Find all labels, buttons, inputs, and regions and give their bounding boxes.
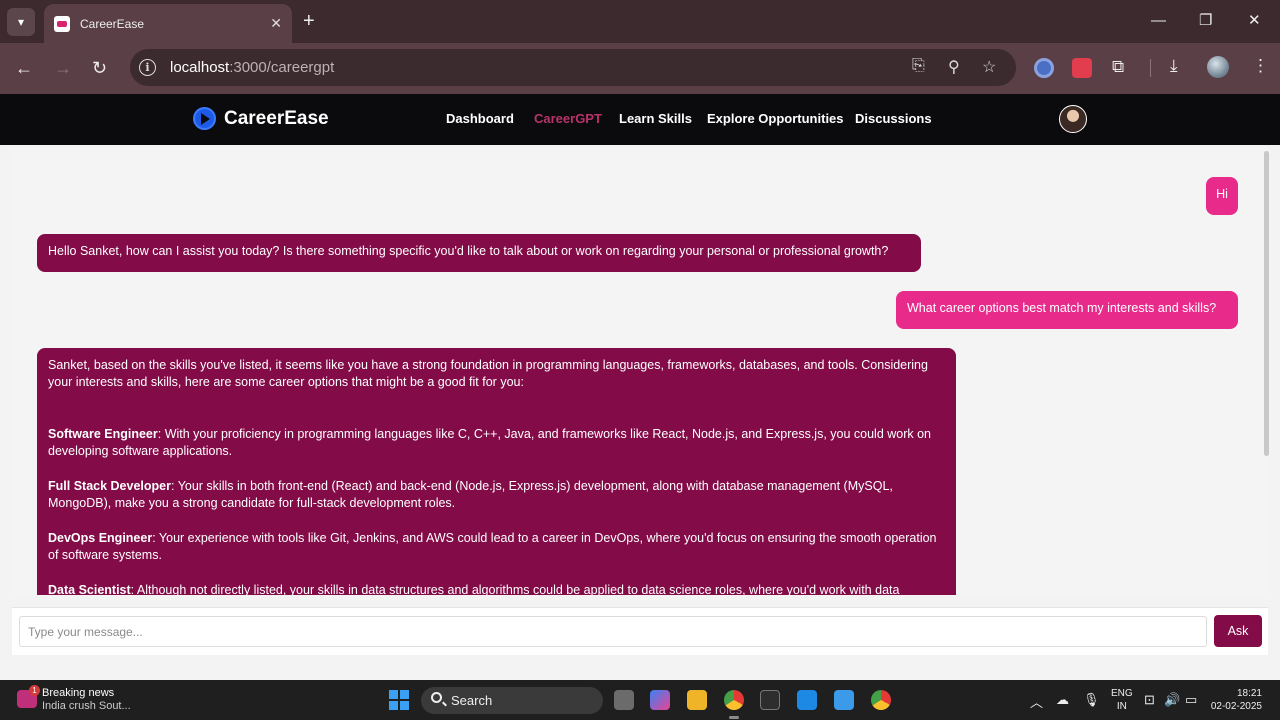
career-option: Full Stack Developer: Your skills in bot… bbox=[48, 479, 893, 510]
career-option-title: Data Scientist bbox=[48, 583, 131, 595]
chat-messages[interactable]: Hi Hello Sanket, how can I assist you to… bbox=[12, 147, 1268, 595]
terminal-icon[interactable] bbox=[760, 690, 780, 710]
nav-learn-skills[interactable]: Learn Skills bbox=[619, 111, 692, 126]
taskbar-clock[interactable]: 18:21 02-02-2025 bbox=[1210, 687, 1262, 713]
chrome-profile-icon[interactable] bbox=[871, 690, 891, 710]
task-view-icon[interactable] bbox=[614, 690, 634, 710]
language-indicator[interactable]: ENG IN bbox=[1111, 687, 1133, 713]
tray-chevron-up-icon[interactable]: ︿ bbox=[1030, 692, 1043, 711]
bot-intro: Sanket, based on the skills you've liste… bbox=[48, 358, 928, 389]
chat-message-bot: Sanket, based on the skills you've liste… bbox=[37, 348, 956, 595]
extensions-puzzle-icon[interactable]: ⧉ bbox=[1112, 57, 1124, 77]
browser-tab[interactable]: CareerEase ✕ bbox=[44, 4, 292, 43]
search-icon bbox=[431, 692, 442, 703]
extension-blue-icon[interactable] bbox=[1034, 58, 1054, 78]
running-indicator bbox=[729, 716, 739, 719]
install-app-icon[interactable]: ⎘ bbox=[912, 57, 925, 75]
career-option: Software Engineer: With your proficiency… bbox=[48, 427, 932, 458]
notepad-icon[interactable] bbox=[834, 690, 854, 710]
restore-icon[interactable]: ❐ bbox=[1199, 11, 1212, 31]
back-arrow-icon[interactable]: ← bbox=[15, 56, 33, 80]
network-icon[interactable]: ⊡ bbox=[1144, 692, 1155, 708]
career-option: DevOps Engineer: Your experience with to… bbox=[48, 531, 937, 562]
chat-message-bot: Hello Sanket, how can I assist you today… bbox=[37, 234, 921, 272]
windows-start-icon[interactable] bbox=[389, 690, 409, 710]
news-subtitle[interactable]: India crush Sout... bbox=[42, 700, 131, 712]
browser-profile-avatar[interactable] bbox=[1207, 56, 1229, 78]
window-close-icon[interactable]: ✕ bbox=[1248, 11, 1261, 31]
file-explorer-icon[interactable] bbox=[687, 690, 707, 710]
news-title[interactable]: Breaking news bbox=[42, 687, 114, 699]
tab-close-icon[interactable]: ✕ bbox=[270, 15, 282, 32]
page-bottom bbox=[0, 655, 1280, 680]
nav-explore-opportunities[interactable]: Explore Opportunities bbox=[707, 111, 844, 126]
copilot-icon[interactable] bbox=[650, 690, 670, 710]
volume-icon[interactable]: 🔊 bbox=[1164, 692, 1180, 708]
nav-careergpt[interactable]: CareerGPT bbox=[534, 111, 602, 126]
chat-scrollbar[interactable] bbox=[1264, 151, 1269, 456]
microphone-icon[interactable]: 🎙 bbox=[1083, 692, 1100, 708]
tab-title: CareerEase bbox=[80, 16, 145, 31]
downloads-icon[interactable]: ⤓ bbox=[1170, 56, 1178, 76]
message-input[interactable] bbox=[19, 616, 1207, 647]
news-badge: 1 bbox=[29, 685, 40, 696]
new-tab-plus-icon[interactable]: + bbox=[303, 9, 315, 33]
forward-arrow-icon[interactable]: → bbox=[54, 56, 72, 80]
windows-taskbar: 1 Breaking news India crush Sout... Sear… bbox=[0, 680, 1280, 720]
site-info-icon[interactable]: i bbox=[139, 59, 156, 76]
search-label: Search bbox=[451, 693, 493, 708]
extension-red-icon[interactable] bbox=[1072, 58, 1092, 78]
browser-tabstrip: ▾ CareerEase ✕ + — ❐ ✕ bbox=[0, 0, 1280, 43]
tab-favicon-icon bbox=[54, 15, 70, 32]
brand-logo-icon[interactable] bbox=[193, 107, 216, 130]
minimize-icon[interactable]: — bbox=[1151, 11, 1166, 31]
nav-discussions[interactable]: Discussions bbox=[855, 111, 932, 126]
chrome-icon[interactable] bbox=[724, 690, 744, 710]
nav-dashboard[interactable]: Dashboard bbox=[446, 111, 514, 126]
vscode-icon[interactable] bbox=[797, 690, 817, 710]
chat-message-user: Hi bbox=[1206, 177, 1238, 215]
address-bar[interactable]: i localhost:3000/careergpt ⎘ ⚲ ☆ bbox=[130, 49, 1016, 86]
career-option-title: Software Engineer bbox=[48, 427, 158, 441]
reload-icon[interactable]: ↻ bbox=[92, 56, 107, 80]
bookmark-star-icon[interactable]: ☆ bbox=[982, 57, 996, 77]
toolbar-divider bbox=[1150, 59, 1151, 77]
career-option-title: DevOps Engineer bbox=[48, 531, 153, 545]
taskbar-search[interactable]: Search bbox=[421, 687, 603, 714]
zoom-icon[interactable]: ⚲ bbox=[948, 57, 960, 77]
career-option: Data Scientist: Although not directly li… bbox=[48, 583, 900, 595]
app-header: CareerEase Dashboard CareerGPT Learn Ski… bbox=[0, 94, 1280, 145]
career-option-title: Full Stack Developer bbox=[48, 479, 171, 493]
user-avatar[interactable] bbox=[1059, 105, 1087, 133]
url-text[interactable]: localhost:3000/careergpt bbox=[170, 59, 334, 76]
browser-menu-icon[interactable]: ⋮ bbox=[1252, 56, 1269, 76]
brand-name[interactable]: CareerEase bbox=[224, 108, 329, 130]
onedrive-cloud-icon[interactable]: ☁ bbox=[1056, 692, 1069, 708]
chat-message-user: What career options best match my intere… bbox=[896, 291, 1238, 329]
ask-button[interactable]: Ask bbox=[1214, 615, 1262, 647]
tab-search-chevron-icon[interactable]: ▾ bbox=[7, 8, 35, 36]
battery-icon[interactable]: ▭ bbox=[1185, 692, 1197, 708]
